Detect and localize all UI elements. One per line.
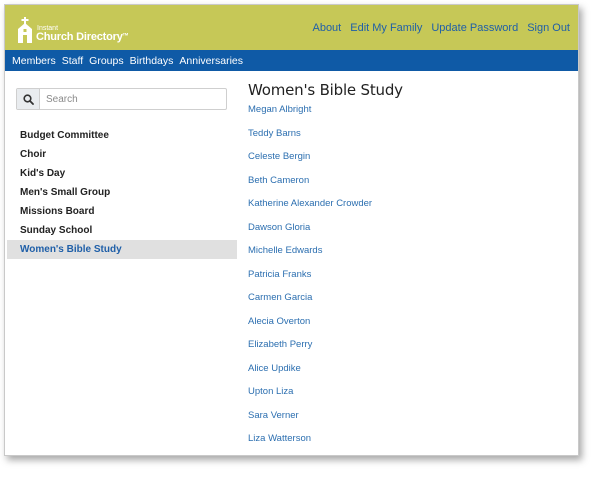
member-link[interactable]: Upton Liza — [248, 385, 578, 409]
top-links: About Edit My Family Update Password Sig… — [303, 22, 570, 34]
group-item-sunday-school[interactable]: Sunday School — [5, 221, 237, 240]
nav-anniversaries[interactable]: Anniversaries — [179, 55, 243, 67]
group-item-womens-bible-study[interactable]: Women's Bible Study — [7, 240, 237, 259]
search-box — [16, 88, 227, 110]
nav-groups[interactable]: Groups — [89, 55, 123, 67]
search-input[interactable] — [40, 89, 226, 109]
nav-birthdays[interactable]: Birthdays — [130, 55, 174, 67]
group-list: Budget Committee Choir Kid's Day Men's S… — [5, 126, 237, 259]
member-link[interactable]: Sara Verner — [248, 409, 578, 433]
member-link[interactable]: Michelle Edwards — [248, 244, 578, 268]
update-password-link[interactable]: Update Password — [431, 22, 518, 34]
search-icon[interactable] — [17, 89, 40, 109]
member-link[interactable]: Celeste Bergin — [248, 150, 578, 174]
group-item-choir[interactable]: Choir — [5, 145, 237, 164]
member-link[interactable]: Teddy Barns — [248, 127, 578, 151]
about-link[interactable]: About — [312, 22, 341, 34]
sidebar: Budget Committee Choir Kid's Day Men's S… — [5, 71, 237, 455]
member-link[interactable]: Katherine Alexander Crowder — [248, 197, 578, 221]
member-link[interactable]: Alice Updike — [248, 362, 578, 386]
nav-staff[interactable]: Staff — [62, 55, 83, 67]
member-link[interactable]: Liza Watterson — [248, 432, 578, 455]
main-panel: Women's Bible Study Megan Albright Teddy… — [237, 71, 578, 455]
church-icon — [15, 16, 35, 43]
brand-name: Church DirectoryTM — [36, 30, 129, 43]
group-item-budget-committee[interactable]: Budget Committee — [5, 126, 237, 145]
member-link[interactable]: Alecia Overton — [248, 315, 578, 339]
group-item-mens-small-group[interactable]: Men's Small Group — [5, 183, 237, 202]
member-link[interactable]: Carmen Garcia — [248, 291, 578, 315]
member-link[interactable]: Dawson Gloria — [248, 221, 578, 245]
member-link[interactable]: Megan Albright — [248, 103, 578, 127]
member-link[interactable]: Elizabeth Perry — [248, 338, 578, 362]
brand-text: Instant Church DirectoryTM — [36, 25, 128, 43]
content: Budget Committee Choir Kid's Day Men's S… — [5, 71, 578, 455]
group-item-missions-board[interactable]: Missions Board — [5, 202, 237, 221]
member-list: Megan Albright Teddy Barns Celeste Bergi… — [248, 103, 578, 455]
member-link[interactable]: Beth Cameron — [248, 174, 578, 198]
main-nav: Members Staff Groups Birthdays Anniversa… — [5, 50, 578, 71]
member-link[interactable]: Patricia Franks — [248, 268, 578, 292]
app-window: Instant Church DirectoryTM About Edit My… — [4, 4, 579, 456]
group-title: Women's Bible Study — [248, 81, 403, 99]
header: Instant Church DirectoryTM About Edit My… — [5, 5, 578, 50]
group-item-kids-day[interactable]: Kid's Day — [5, 164, 237, 183]
edit-my-family-link[interactable]: Edit My Family — [350, 22, 422, 34]
nav-members[interactable]: Members — [12, 55, 56, 67]
sign-out-link[interactable]: Sign Out — [527, 22, 570, 34]
logo[interactable]: Instant Church DirectoryTM — [15, 13, 128, 43]
